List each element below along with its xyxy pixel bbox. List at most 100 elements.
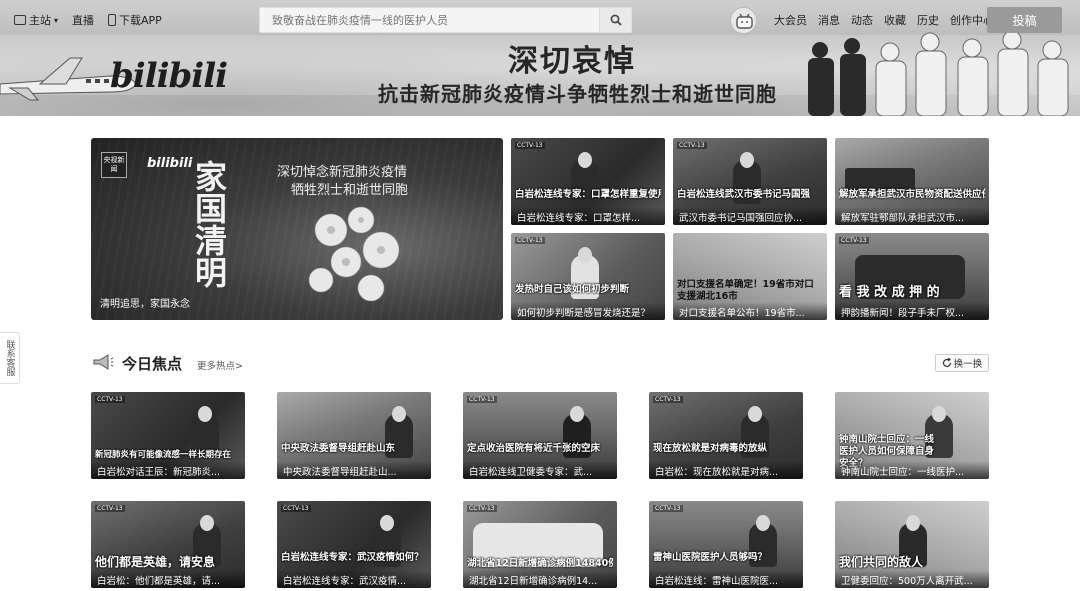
video-overlay-text: 对口支援名单确定！19省市对口支援湖北16市 <box>677 279 814 302</box>
phone-icon <box>108 14 117 26</box>
nav-download-app[interactable]: 下载APP <box>108 12 162 28</box>
megaphone-icon <box>93 354 114 370</box>
video-title: 白岩松：他们都是英雄，请... <box>91 570 245 588</box>
channel-tag: CCTV-13 <box>95 505 125 512</box>
video-card[interactable]: CCTV-13 白岩松连线专家：口罩怎样重复使用最安全？ 白岩松连线专家：口罩怎… <box>511 138 665 225</box>
video-card[interactable]: CCTV-13 发热时自己该如何初步判断 如何初步判断是感冒发烧还是？ <box>511 233 665 320</box>
refresh-label: 换一换 <box>953 359 983 370</box>
video-overlay-text: 解放军承担武汉市民物资配送供应任务 <box>839 189 985 200</box>
medical-staff-illustration <box>808 30 1069 116</box>
top-nav-right: 大会员 消息 动态 收藏 历史 创作中心 <box>774 12 994 28</box>
nav-favorites[interactable]: 收藏 <box>884 12 906 28</box>
video-title: 钟南山院士回应：一线医护... <box>835 461 989 479</box>
video-overlay-text: 湖北省12日新增确诊病例14840例 <box>467 558 613 569</box>
video-card[interactable]: 对口支援名单确定！19省市对口支援湖北16市 对口支援名单公布！19省市... <box>673 233 827 320</box>
nav-vip[interactable]: 大会员 <box>774 12 807 28</box>
channel-tag: CCTV-13 <box>515 237 545 244</box>
video-card[interactable]: CCTV-13 定点收治医院有将近千张的空床 白岩松连线卫健委专家：武... <box>463 392 617 479</box>
tv-mascot-icon <box>736 13 753 29</box>
video-overlay-text: 他们都是英雄，请安息 <box>95 555 216 569</box>
video-card[interactable]: CCTV-13 雷神山医院医护人员够吗？ 白岩松连线：雷神山医院医... <box>649 501 803 588</box>
anchor-face <box>570 406 584 422</box>
doctor-face <box>578 247 592 263</box>
video-overlay-text: 定点收治医院有将近千张的空床 <box>467 443 601 454</box>
search-input[interactable] <box>260 8 598 32</box>
anchor-face <box>578 152 592 168</box>
chevron-down-icon: ▾ <box>54 15 59 25</box>
channel-tag: CCTV-13 <box>515 142 545 149</box>
video-title: 白岩松连线卫健委专家：武... <box>463 461 617 479</box>
video-title: 白岩松连线专家：口罩怎样... <box>511 207 665 225</box>
channel-tag: CCTV-13 <box>281 505 311 512</box>
video-title: 中央政法委督导组赶赴山... <box>277 461 431 479</box>
flower-illustration <box>308 206 400 302</box>
more-hot-link[interactable]: 更多热点> <box>197 358 243 372</box>
video-card[interactable]: CCTV-13 新冠肺炎有可能像流感一样长期存在 白岩松对话王辰：新冠肺炎... <box>91 392 245 479</box>
refresh-icon <box>942 358 951 368</box>
video-overlay-text: 中央政法委督导组赶赴山东 <box>281 443 396 454</box>
channel-tag: CCTV-13 <box>653 505 683 512</box>
video-card[interactable]: CCTV-13 现在放松就是对病毒的放纵 白岩松：现在放松就是对病... <box>649 392 803 479</box>
video-overlay-text: 发热时自己该如何初步判断 <box>515 284 630 295</box>
video-overlay-text: 白岩松连线专家：口罩怎样重复使用最安全？ <box>515 189 661 200</box>
video-overlay-text: 新冠肺炎有可能像流感一样长期存在 <box>95 450 232 460</box>
contact-support-tab[interactable]: 联系客服 <box>0 332 20 384</box>
hero-calligraphy: 家国清明 <box>190 160 228 288</box>
refresh-button[interactable]: 换一换 <box>935 354 989 372</box>
avatar[interactable] <box>730 7 757 34</box>
anchor-face <box>748 406 762 422</box>
anchor-face <box>740 152 754 168</box>
hero-headline: 深切悼念新冠肺炎疫情 牺牲烈士和逝世同胞 <box>277 164 408 200</box>
video-title: 如何初步判断是感冒发烧还是？ <box>511 302 665 320</box>
video-title: 解放军驻鄂部队承担武汉市... <box>835 207 989 225</box>
video-title: 押韵播新闻！段子手未厂权... <box>835 302 989 320</box>
upload-button[interactable]: 投稿 <box>987 7 1062 33</box>
nav-home[interactable]: 主站 ▾ <box>14 12 58 28</box>
section-title: 今日焦点 <box>122 355 183 373</box>
video-card[interactable]: 钟南山院士回应：一线医护人员如何保障自身安全？ 钟南山院士回应：一线医护... <box>835 392 989 479</box>
video-card[interactable]: 我们共同的敌人 卫健委回应：500万人离开武... <box>835 501 989 588</box>
nav-home-label: 主站 <box>29 14 51 27</box>
nav-messages[interactable]: 消息 <box>818 12 840 28</box>
hero-caption: 清明追思，家国永念 <box>100 299 190 310</box>
bilibili-logo[interactable]: bilibili <box>110 56 228 96</box>
hero-carousel[interactable]: 央视新闻 bilibili 家国清明 深切悼念新冠肺炎疫情 牺牲烈士和逝世同胞 … <box>91 138 503 320</box>
nav-history[interactable]: 历史 <box>917 12 939 28</box>
video-title: 白岩松连线：雷神山医院医... <box>649 570 803 588</box>
official-face <box>906 515 920 531</box>
video-title: 对口支援名单公布！19省市... <box>673 302 827 320</box>
nav-live[interactable]: 直播 <box>72 12 94 28</box>
doctor-face <box>932 406 946 422</box>
anchor-face <box>756 515 770 531</box>
hero-brand: bilibili <box>147 156 193 171</box>
nav-dynamics[interactable]: 动态 <box>851 12 873 28</box>
video-title: 白岩松：现在放松就是对病... <box>649 461 803 479</box>
video-overlay-text: 看 我 改 成 押 的 <box>839 285 940 300</box>
video-card[interactable]: 解放军承担武汉市民物资配送供应任务 解放军驻鄂部队承担武汉市... <box>835 138 989 225</box>
video-card[interactable]: CCTV-13 看 我 改 成 押 的 押韵播新闻！段子手未厂权... <box>835 233 989 320</box>
video-title: 白岩松连线专家：武汉疫情... <box>277 570 431 588</box>
tv-icon <box>14 15 26 25</box>
nav-app-label: 下载APP <box>119 14 162 27</box>
search-icon <box>610 14 622 26</box>
anchor-face <box>392 406 406 422</box>
hero-headline-line1: 深切悼念新冠肺炎疫情 <box>277 165 408 180</box>
video-title: 湖北省12日新增确诊病例14... <box>463 570 617 588</box>
channel-tag: CCTV-13 <box>467 396 497 403</box>
banner-title: 深切哀悼 <box>508 44 636 79</box>
anchor-face <box>198 406 212 422</box>
video-card[interactable]: CCTV-13 湖北省12日新增确诊病例14840例 湖北省12日新增确诊病例1… <box>463 501 617 588</box>
video-card[interactable]: CCTV-13 白岩松连线专家：武汉疫情如何？ 白岩松连线专家：武汉疫情... <box>277 501 431 588</box>
video-title: 武汉市委书记马国强回应协... <box>673 207 827 225</box>
channel-tag: CCTV-13 <box>467 505 497 512</box>
video-card[interactable]: CCTV-13 他们都是英雄，请安息 白岩松：他们都是英雄，请... <box>91 501 245 588</box>
video-card[interactable]: 中央政法委督导组赶赴山东 中央政法委督导组赶赴山... <box>277 392 431 479</box>
channel-tag: CCTV-13 <box>95 396 125 403</box>
anchor-face <box>200 515 214 531</box>
video-title: 卫健委回应：500万人离开武... <box>835 570 989 588</box>
channel-tag: CCTV-13 <box>653 396 683 403</box>
search-button[interactable] <box>599 8 631 32</box>
video-overlay-text: 我们共同的敌人 <box>839 555 924 569</box>
video-card[interactable]: CCTV-13 白岩松连线武汉市委书记马国强 武汉市委书记马国强回应协... <box>673 138 827 225</box>
channel-tag: CCTV-13 <box>839 237 869 244</box>
